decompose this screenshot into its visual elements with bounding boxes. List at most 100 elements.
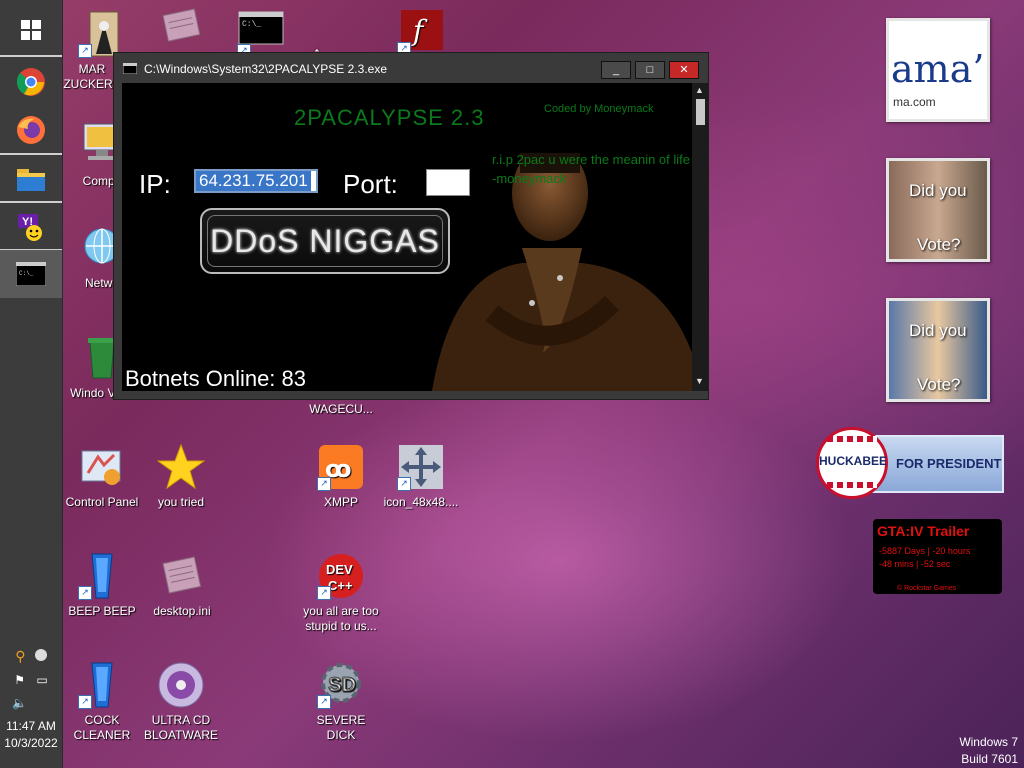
- firefox-taskbar-button[interactable]: [0, 106, 62, 154]
- scroll-up-icon[interactable]: ▲: [695, 85, 704, 95]
- command-prompt-icon: C:\_ ↗: [237, 10, 285, 58]
- did-you-text: Did you: [909, 321, 967, 340]
- gta-countdown-1: -5887 Days | -20 hours: [879, 546, 971, 556]
- windows-watermark: Windows 7 Build 7601: [959, 734, 1018, 768]
- sd-gear-icon: SD ↗: [317, 661, 365, 709]
- gta-widget[interactable]: GTA:IV Trailer -5887 Days | -20 hours -4…: [873, 519, 1002, 594]
- svg-text:SD: SD: [328, 674, 356, 696]
- yahoo-taskbar-button[interactable]: Y!: [0, 203, 62, 251]
- explorer-taskbar-button[interactable]: [0, 155, 62, 203]
- window-titlebar[interactable]: C:\Windows\System32\2PACALYPSE 2.3.exe _…: [114, 53, 708, 83]
- port-label: Port:: [343, 169, 398, 199]
- seal-stars: [827, 482, 877, 488]
- yahoo-messenger-icon: Y!: [18, 214, 42, 241]
- clock-date: 10/3/2022: [4, 736, 58, 750]
- command-prompt-icon: C:\_: [16, 262, 46, 286]
- desktop-icon-label: COCK CLEANER: [73, 713, 131, 742]
- window-title: C:\Windows\System32\2PACALYPSE 2.3.exe: [144, 62, 387, 76]
- port-input[interactable]: [426, 169, 470, 196]
- app-window[interactable]: C:\Windows\System32\2PACALYPSE 2.3.exe _…: [113, 52, 709, 400]
- blue-app-icon: ↗: [78, 552, 126, 600]
- desktop-icon-beep[interactable]: ↗ BEEP BEEP: [62, 552, 142, 619]
- tray-row-2: ⚑ ▭: [0, 673, 62, 693]
- desktop-icon-devcpp[interactable]: DEV C++ ↗ you all are too stupid to us...: [296, 552, 386, 634]
- clock[interactable]: 11:47 AM 10/3/2022: [0, 719, 62, 750]
- vote-text: Vote?: [917, 375, 961, 394]
- obama-url: ma.com: [893, 95, 936, 109]
- ddos-button[interactable]: DDoS NIGGAS: [200, 208, 450, 274]
- app-client-area: 2PACALYPSE 2.3 Coded by Moneymack r.i.p …: [122, 83, 692, 391]
- desktop-icon-ultra-cd[interactable]: ULTRA CD BLOATWARE: [141, 661, 221, 743]
- start-button[interactable]: [0, 6, 62, 54]
- huckabee-seal: HUCKABEE: [816, 427, 888, 499]
- svg-text:C:\_: C:\_: [19, 270, 34, 277]
- network-error-icon[interactable]: ⚑: [14, 673, 25, 687]
- did-you-text: Did you: [909, 181, 967, 200]
- windows-logo-icon: [21, 20, 41, 40]
- folder-icon: [17, 169, 45, 191]
- gta-footer: © Rockstar Games: [897, 585, 957, 592]
- watermark-line-2: Build 7601: [961, 752, 1018, 766]
- desktop-icon-label: ULTRA CD BLOATWARE: [143, 713, 218, 742]
- minimize-button[interactable]: _: [601, 61, 631, 79]
- desktop-icon-label: BEEP BEEP: [68, 604, 136, 618]
- desktop-icon-label: SEVERE DICK: [316, 713, 366, 742]
- desktop-icon-label: icon_48x48....: [383, 495, 459, 509]
- watermark-line-1: Windows 7: [959, 735, 1018, 749]
- desktop-icon-you-tried[interactable]: you tried: [141, 443, 221, 510]
- rip-text: r.i.p 2pac u were the meanin of life -mo…: [492, 152, 691, 186]
- taskbar: Y! C:\_ ⚲ ⚑ ▭ 🔈 11:47 AM 10/3/2022: [0, 0, 63, 768]
- move-arrows-icon: ↗: [397, 443, 445, 491]
- desktop-icon-cock-cleaner[interactable]: ↗ COCK CLEANER: [62, 661, 142, 743]
- firefox-icon: [17, 116, 45, 144]
- portrait-image: [432, 145, 692, 391]
- tray-row: ⚲: [0, 648, 62, 670]
- chrome-icon: [16, 68, 45, 96]
- close-button[interactable]: ✕: [669, 61, 699, 79]
- cmd-taskbar-button[interactable]: C:\_: [0, 250, 62, 298]
- desktop-icon-label: XMPP: [323, 495, 358, 509]
- botnets-status: Botnets Online: 83: [125, 366, 307, 391]
- desktop-icon-control-panel[interactable]: Control Panel: [62, 443, 142, 510]
- desktop-icon-move[interactable]: ↗ icon_48x48....: [381, 443, 461, 510]
- search-icon[interactable]: ⚲: [15, 648, 25, 664]
- huckabee-name-text: HUCKABEE: [819, 454, 888, 468]
- ip-label: IP:: [139, 169, 171, 199]
- desktop-icon-label: you all are too stupid to us...: [303, 604, 379, 633]
- desktop-icon-label: desktop.ini: [153, 604, 211, 618]
- desktop-icon-xmpp[interactable]: ꝏ ↗ XMPP: [301, 443, 381, 510]
- dev-cpp-icon: DEV C++ ↗: [317, 552, 365, 600]
- mark-zuckerberg-icon: ↗: [78, 10, 126, 58]
- scroll-thumb[interactable]: [696, 99, 705, 125]
- console-app-icon: [123, 63, 137, 74]
- desktop-icon-desktop-ini[interactable]: desktop.ini: [142, 552, 222, 619]
- seal-stars: [827, 436, 877, 442]
- desktop-icon-severe[interactable]: SD ↗ SEVERE DICK: [301, 661, 381, 743]
- obama-text: ama’: [891, 47, 985, 91]
- desktop-icon-label: you tried: [157, 495, 205, 509]
- vertical-scrollbar[interactable]: ▲ ▼: [692, 83, 708, 391]
- vote-widget-mccain[interactable]: Did you Vote?: [886, 158, 990, 262]
- vote-widget-clinton[interactable]: Did you Vote?: [886, 298, 990, 402]
- obama-widget[interactable]: ama’ ma.com: [886, 18, 990, 122]
- coded-by-label: Coded by Moneymack: [544, 103, 654, 115]
- scroll-down-icon[interactable]: ▼: [695, 376, 704, 386]
- taskbar-separator: [0, 55, 62, 57]
- gta-title: GTA:IV Trailer: [877, 523, 970, 539]
- huckabee-widget[interactable]: FOR PRESIDENT HUCKABEE: [816, 427, 1004, 499]
- cd-icon: [157, 661, 205, 709]
- volume-icon[interactable]: 🔈: [12, 696, 27, 710]
- status-icon[interactable]: [34, 649, 47, 661]
- gta-countdown-2: -48 mins | -52 sec: [879, 559, 951, 569]
- ddos-button-inner-border: [207, 215, 443, 267]
- ini-file-icon: [158, 552, 206, 600]
- maximize-button[interactable]: □: [635, 61, 665, 79]
- clock-time: 11:47 AM: [6, 719, 56, 733]
- desktop-icon-label: WAGECU...: [309, 402, 373, 416]
- chrome-taskbar-button[interactable]: [0, 58, 62, 106]
- app-title: 2PACALYPSE 2.3: [294, 105, 485, 130]
- svg-text:C:\_: C:\_: [242, 20, 261, 29]
- svg-text:C++: C++: [328, 578, 353, 593]
- control-panel-icon: [78, 443, 126, 491]
- action-center-icon[interactable]: ▭: [36, 673, 47, 687]
